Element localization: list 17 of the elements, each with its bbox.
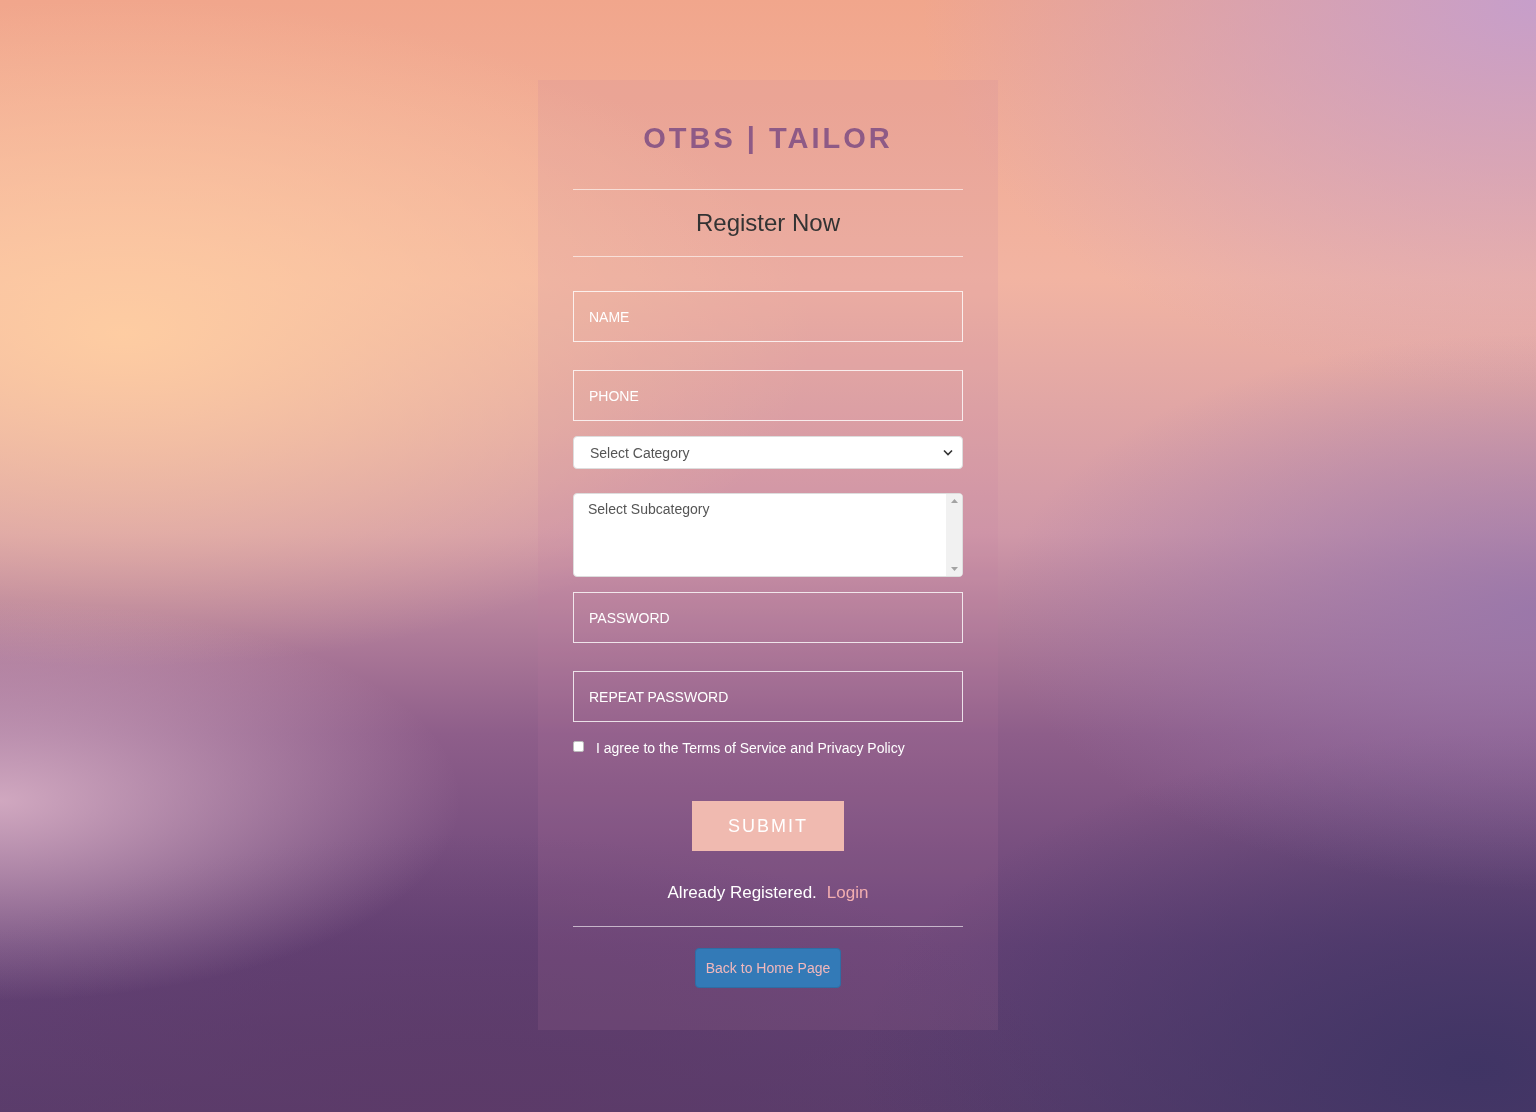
input-field[interactable]: NAME [573,291,963,342]
scroll-up-icon[interactable] [950,499,958,503]
input-field[interactable]: PASSWORD [573,592,963,643]
chevron-down-icon [943,449,953,456]
login-prompt-text: Already Registered. [667,883,817,903]
checkbox[interactable] [573,741,584,752]
input-field[interactable]: REPEAT PASSWORD [573,671,963,722]
brand-title: OTBS | TAILOR [643,121,893,156]
login-link[interactable]: Login [826,883,869,903]
form-heading: Register Now [695,208,840,238]
scrollbar[interactable] [946,494,962,576]
listbox-option[interactable]: Select Subcategory [588,500,710,518]
scroll-down-icon[interactable] [950,567,958,571]
agreement-label: I agree to the Terms of Service and Privacy Policy [596,740,905,756]
category-select[interactable]: Select Category [573,436,963,469]
input-field[interactable]: PHONE [573,370,963,421]
subcategory-listbox[interactable]: Select Subcategory [573,493,963,577]
